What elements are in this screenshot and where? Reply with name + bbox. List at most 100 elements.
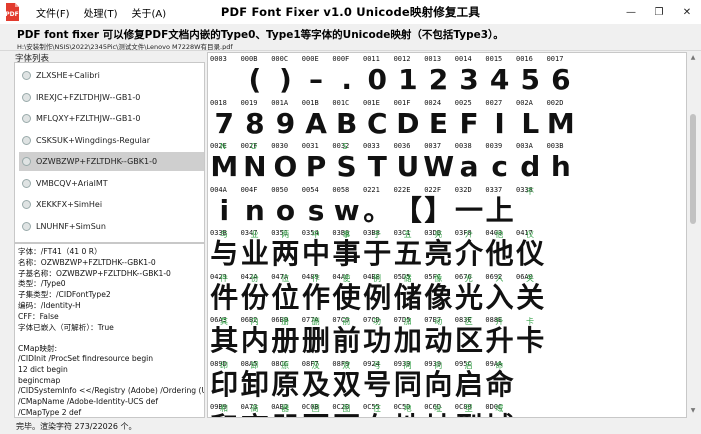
glyph-cell[interactable]: 0A73商商 <box>240 402 271 417</box>
glyph-cell[interactable]: 03C1 五五 <box>393 228 424 271</box>
font-list-item[interactable]: IREXJC+FZLTDHJW--GB1-0 <box>19 88 204 107</box>
glyph-cell[interactable]: 001A 9 <box>270 98 301 141</box>
glyph-cell[interactable]: 083E 区区 <box>454 315 485 358</box>
glyph-cell[interactable]: 0003 <box>209 54 240 97</box>
glyph-cell[interactable]: 0019 8 <box>240 98 271 141</box>
glyph-cell[interactable]: 022F】 <box>423 185 454 228</box>
glyph-cell[interactable]: 卡卡 <box>515 315 546 358</box>
glyph-cell[interactable]: 06B9 册册 <box>270 315 301 358</box>
glyph-cell[interactable]: 003B h <box>546 141 577 184</box>
glyph-cell[interactable]: 03B8 事事 <box>331 228 362 271</box>
glyph-cell[interactable]: 03DB 亮亮 <box>423 228 454 271</box>
glyph-cell[interactable]: 0337 上 <box>484 185 515 228</box>
minimize-button[interactable]: — <box>617 0 645 24</box>
glyph-cell[interactable]: 0939 同同 <box>393 359 424 402</box>
glyph-cell[interactable]: 06A0 关关 <box>515 272 546 315</box>
glyph-cell[interactable]: 0016 5 <box>515 54 546 97</box>
glyph-cell[interactable]: 0039 c <box>484 141 515 184</box>
glyph-cell[interactable]: 0676 光光 <box>454 272 485 315</box>
glyph-cell[interactable]: 001C B <box>331 98 362 141</box>
glyph-cell[interactable]: 0015 4 <box>484 54 515 97</box>
glyph-cell[interactable]: 088E 升升 <box>484 315 515 358</box>
font-list-item[interactable]: OZWBZWP+FZLTDHK--GBK1-0 <box>19 152 204 171</box>
glyph-cell[interactable]: 0D0C域域 <box>484 402 515 417</box>
glyph-cell[interactable]: 0C5D地地 <box>393 402 424 417</box>
glyph-cell[interactable]: 0033 T <box>362 141 393 184</box>
glyph-cell[interactable]: 08A5 卸卸 <box>240 359 271 402</box>
glyph-cell[interactable]: 0403 他他 <box>484 228 515 271</box>
glyph-cell[interactable]: 0347 业业 <box>240 228 271 271</box>
font-list-item[interactable]: ZLXSHE+Calibri <box>19 66 204 85</box>
glyph-cell[interactable]: 0054 s <box>301 185 332 228</box>
glyph-cell[interactable]: 0012 1 <box>393 54 424 97</box>
glyph-cell[interactable]: 095C 启启 <box>454 359 485 402</box>
glyph-cell[interactable]: 0354 中中 <box>301 228 332 271</box>
glyph-cell[interactable]: 0C88型型 <box>454 402 485 417</box>
menu-process[interactable]: 处理(T) <box>82 4 120 21</box>
glyph-cell[interactable]: 000E – <box>301 54 332 97</box>
font-list-item[interactable]: LNUHNF+SimSun <box>19 217 204 236</box>
glyph-cell[interactable]: 06A3 其其 <box>209 315 240 358</box>
glyph-cell[interactable]: 0036 U <box>393 141 424 184</box>
glyph-cell[interactable]: 000B( <box>240 54 271 97</box>
glyph-scrollbar[interactable]: ▲ ▼ <box>688 52 698 418</box>
glyph-cell[interactable]: 003A d <box>515 141 546 184</box>
glyph-cell[interactable]: 0025 F <box>454 98 485 141</box>
close-button[interactable]: ✕ <box>673 0 701 24</box>
glyph-cell[interactable]: 0017 6 <box>546 54 577 97</box>
glyph-cell[interactable]: 000C) <box>270 54 301 97</box>
menu-about[interactable]: 关于(A) <box>129 4 168 21</box>
glyph-cell[interactable]: 0C55在在 <box>362 402 393 417</box>
scroll-up-icon[interactable]: ▲ <box>689 54 697 62</box>
glyph-cell[interactable]: 0489 作作 <box>301 272 332 315</box>
glyph-cell[interactable]: 0C2B图图 <box>331 402 362 417</box>
glyph-cell[interactable]: 0024 E <box>423 98 454 141</box>
maximize-button[interactable]: ❐ <box>645 0 673 24</box>
glyph-cell[interactable]: 0C6D址址 <box>423 402 454 417</box>
glyph-cell[interactable]: 0924 号号 <box>362 359 393 402</box>
glyph-cell[interactable]: 08F7 及及 <box>301 359 332 402</box>
glyph-cell[interactable]: 09AA 命命 <box>484 359 515 402</box>
font-info-panel[interactable]: 字体：/FT41（41 0 R） 名称：OZWBZWP+FZLTDHK--GBK1… <box>14 243 205 418</box>
glyph-cell[interactable]: 07CD 功功 <box>362 315 393 358</box>
glyph-cell[interactable]: 001E C <box>362 98 393 141</box>
glyph-cell[interactable]: 0050 o <box>270 185 301 228</box>
glyph-cell[interactable]: 07E7 动动 <box>423 315 454 358</box>
glyph-cell[interactable]: 002F O N <box>240 141 271 184</box>
glyph-cell[interactable]: 004A i <box>209 185 240 228</box>
glyph-cell[interactable]: 0AB2器器 <box>270 402 301 417</box>
menu-file[interactable]: 文件(F) <box>34 4 72 21</box>
glyph-cell[interactable]: 0038 a <box>454 141 485 184</box>
glyph-cell[interactable]: 07D5 加加 <box>393 315 424 358</box>
glyph-cell[interactable]: 05FC 像像 <box>423 272 454 315</box>
glyph-cell[interactable]: 033B 与与 <box>209 228 240 271</box>
glyph-cell[interactable]: 0692 入入 <box>484 272 515 315</box>
scroll-down-icon[interactable]: ▼ <box>689 407 697 415</box>
glyph-cell[interactable]: 0030 O <box>270 141 301 184</box>
glyph-cell[interactable]: 0351 两两 <box>270 228 301 271</box>
glyph-cell[interactable]: 042A 份份 <box>240 272 271 315</box>
glyph-cell[interactable]: 0058 w <box>331 185 362 228</box>
glyph-cell[interactable]: 0423 件件 <box>209 272 240 315</box>
glyph-cell[interactable]: 08CC 原原 <box>270 359 301 402</box>
glyph-grid[interactable]: 0003 000B(000C) 000E –000F. 0011 0 0012 1 0013 2 0… <box>207 52 687 418</box>
glyph-cell[interactable]: 0939 向向 <box>423 359 454 402</box>
glyph-cell[interactable]: 032D 一 <box>454 185 485 228</box>
font-list[interactable]: ZLXSHE+Calibri IREXJC+FZLTDHJW--GB1-0 MFLQ… <box>14 62 205 243</box>
glyph-cell[interactable]: 077A 删删 <box>301 315 332 358</box>
glyph-cell[interactable]: 0013 2 <box>423 54 454 97</box>
font-list-item[interactable]: MFLQXY+FZLTHJW--GB1-0 <box>19 109 204 128</box>
glyph-cell[interactable]: 07C0 前前 <box>331 315 362 358</box>
glyph-cell[interactable]: 08F9 双双 <box>331 359 362 402</box>
glyph-cell[interactable]: 0338 不 <box>515 185 546 228</box>
glyph-cell[interactable]: 002D M <box>546 98 577 141</box>
glyph-cell[interactable]: 0417 仪仪 <box>515 228 546 271</box>
glyph-cell[interactable]: 004F n <box>240 185 271 228</box>
glyph-cell[interactable]: 04AC 使使 <box>331 272 362 315</box>
glyph-cell[interactable]: 0011 0 <box>362 54 393 97</box>
glyph-cell[interactable]: 0014 3 <box>454 54 485 97</box>
glyph-cell[interactable]: 0018 7 <box>209 98 240 141</box>
glyph-cell[interactable]: 06B2 内内 <box>240 315 271 358</box>
glyph-cell[interactable]: 05D5 储储 <box>393 272 424 315</box>
scroll-thumb[interactable] <box>690 114 696 224</box>
